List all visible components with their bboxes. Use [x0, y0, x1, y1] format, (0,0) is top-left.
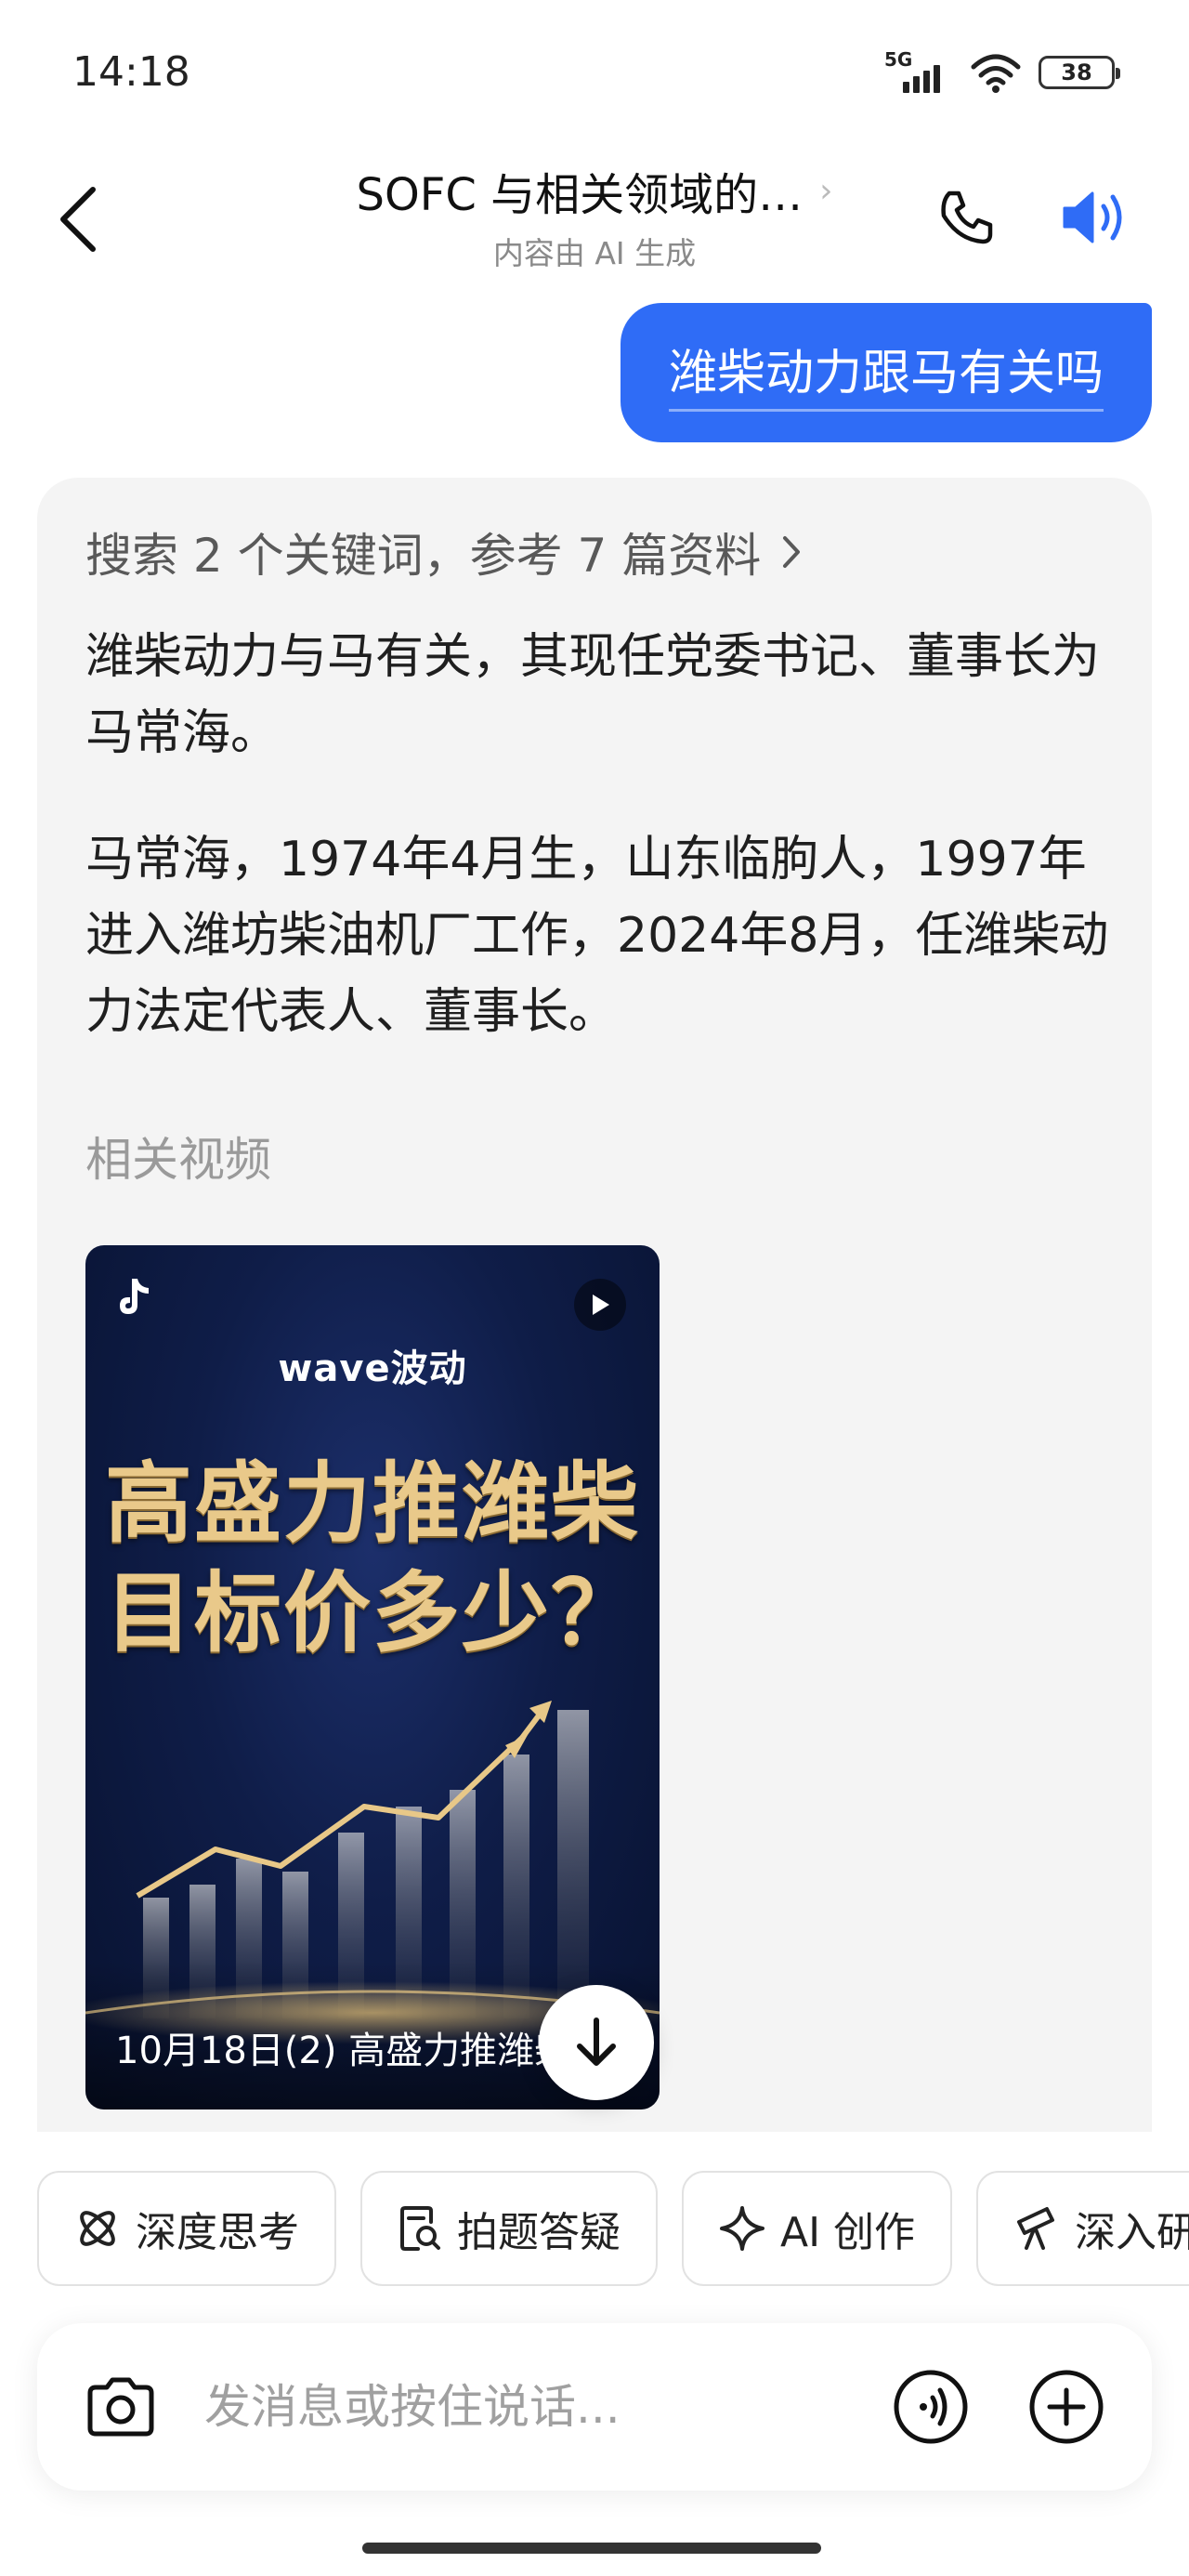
phone-icon	[941, 191, 993, 244]
chip-label: 拍题答疑	[457, 2209, 621, 2256]
back-button[interactable]	[48, 175, 108, 264]
status-time: 14:18	[72, 48, 190, 96]
speaker-button[interactable]	[1057, 178, 1135, 256]
chevron-left-icon	[60, 187, 96, 252]
chip-label: AI 创作	[780, 2209, 916, 2256]
user-message-bubble[interactable]: 潍柴动力跟马有关吗	[620, 303, 1152, 442]
status-bar: 14:18 5G 38	[0, 0, 1189, 149]
call-button[interactable]	[929, 180, 1003, 255]
camera-icon	[87, 2377, 154, 2437]
video-headline: 高盛力推潍柴	[104, 1453, 640, 1555]
chevron-right-icon	[783, 536, 801, 568]
voice-call-button[interactable]	[890, 2366, 972, 2448]
chip-ai-create[interactable]: AI 创作	[682, 2171, 953, 2286]
battery-level: 38	[1061, 59, 1092, 85]
chip-deep-thinking[interactable]: 深度思考	[37, 2171, 336, 2286]
scroll-to-bottom-button[interactable]	[539, 1985, 654, 2100]
play-icon	[574, 1279, 626, 1331]
ai-response-card: 搜索 2 个关键词，参考 7 篇资料 潍柴动力与马有关，其现任党委书记、董事长为…	[37, 478, 1152, 2132]
telescope-icon	[1017, 2207, 1055, 2250]
chip-label: 深度思考	[136, 2209, 299, 2256]
video-headline: 目标价多少？	[104, 1563, 640, 1664]
video-brand: wave波动	[278, 1347, 467, 1390]
response-paragraph: 潍柴动力与马有关，其现任党委书记、董事长为马常海。	[85, 629, 1101, 761]
wifi-icon	[971, 54, 1021, 93]
chat-header: SOFC 与相关领域的… › 内容由 AI 生成	[0, 149, 1189, 288]
chat-title-button[interactable]: SOFC 与相关领域的… › 内容由 AI 生成	[279, 158, 910, 273]
camera-button[interactable]	[82, 2368, 160, 2446]
chip-label: 深入研究	[1075, 2209, 1189, 2256]
status-icons: 5G 38	[884, 48, 1120, 93]
feature-chips: 深度思考 拍题答疑 AI 创作 深入研究	[37, 2171, 1189, 2286]
arrow-down-icon	[577, 2017, 616, 2066]
home-indicator[interactable]	[362, 2543, 821, 2554]
ai-generated-note: 内容由 AI 生成	[492, 235, 697, 271]
atom-icon	[80, 2211, 115, 2246]
voice-wave-icon	[894, 2370, 968, 2444]
search-references-link[interactable]: 搜索 2 个关键词，参考 7 篇资料	[85, 519, 802, 585]
chat-title: SOFC 与相关领域的…	[356, 169, 804, 221]
user-message-text: 潍柴动力跟马有关吗	[668, 334, 1104, 412]
related-videos-label: 相关视频	[85, 1133, 271, 1187]
add-button[interactable]	[1026, 2366, 1107, 2448]
video-caption: 10月18日(2) 高盛力推潍柴	[115, 2030, 572, 2072]
cellular-signal-icon: 5G	[884, 48, 953, 93]
plus-circle-icon	[1029, 2370, 1104, 2444]
speaker-icon	[1063, 191, 1122, 243]
chip-deep-research[interactable]: 深入研究	[976, 2171, 1189, 2286]
chevron-right-icon: ›	[819, 171, 833, 210]
search-summary: 搜索 2 个关键词，参考 7 篇资料	[85, 529, 762, 583]
related-video-card[interactable]: wave波动 高盛力推潍柴 目标价多少？ 10月18日(2) 高盛力推潍柴	[85, 1245, 660, 2109]
sparkle-icon	[720, 2206, 764, 2251]
message-input-bar	[37, 2323, 1152, 2491]
message-input[interactable]	[204, 2360, 855, 2453]
tiktok-logo-icon	[110, 1271, 162, 1323]
photo-search-icon	[400, 2206, 440, 2251]
response-paragraph: 马常海，1974年4月生，山东临朐人，1997年进入潍坊柴油机厂工作，2024年…	[85, 832, 1109, 1040]
chip-photo-question[interactable]: 拍题答疑	[360, 2171, 658, 2286]
battery-icon: 38	[1039, 56, 1120, 89]
